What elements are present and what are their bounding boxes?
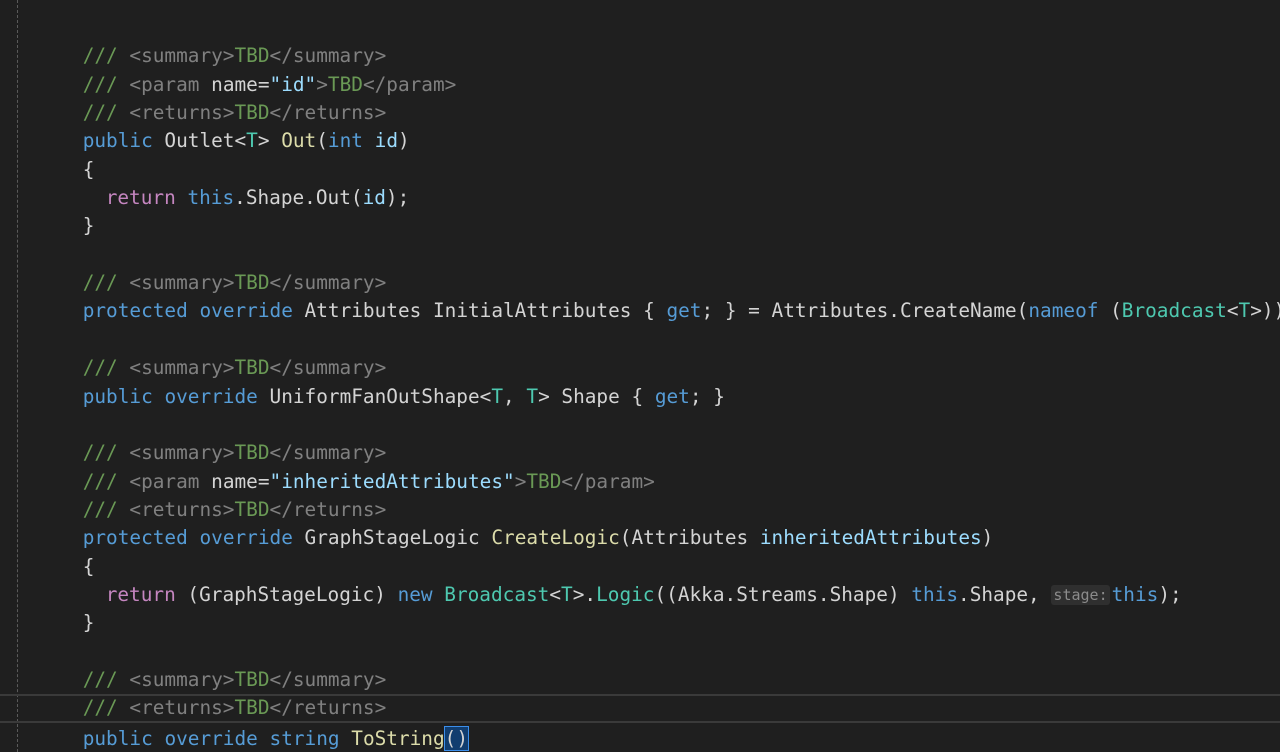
code-line[interactable]: protected override Attributes InitialAtt…: [36, 269, 1280, 322]
punct: [188, 526, 200, 549]
parameter-hint: stage:: [1051, 584, 1110, 605]
method-name: Out: [281, 129, 317, 153]
declaration: > Shape {: [538, 384, 655, 408]
code-line[interactable]: /// <summary>TBD</summary>: [36, 14, 387, 67]
keyword: get: [654, 384, 690, 408]
parameter: id: [374, 129, 398, 153]
type-param: T: [491, 384, 504, 408]
keyword: new: [397, 582, 433, 606]
type-name: Logic: [596, 582, 655, 606]
keyword: this: [1111, 582, 1159, 606]
code-line[interactable]: return this.Shape.Out(id);: [36, 156, 410, 209]
xml-tag: </param>: [561, 469, 655, 493]
punct: >.: [572, 582, 597, 606]
keyword: override: [164, 726, 258, 750]
punct: ,: [503, 384, 527, 408]
code-line[interactable]: /// <summary>TBD</summary>: [36, 638, 387, 691]
code-line[interactable]: /// <param name="id">TBD</param>: [36, 42, 457, 96]
keyword: this: [911, 582, 959, 606]
punct: [433, 583, 445, 606]
punct: ; }: [689, 384, 725, 408]
keyword: get: [666, 299, 702, 323]
brace: }: [82, 611, 95, 635]
code-line[interactable]: }: [36, 184, 95, 237]
type-param: T: [561, 582, 573, 606]
code-line[interactable]: /// <returns>TBD</returns>: [36, 71, 387, 124]
punct: ): [981, 526, 994, 550]
punct: (: [316, 129, 328, 153]
type-param: T: [246, 129, 258, 153]
code-editor[interactable]: /// <summary>TBD</summary> /// <param na…: [0, 0, 1280, 752]
code-line[interactable]: public Outlet<T> Out(int id): [36, 99, 410, 152]
code-line[interactable]: {: [36, 723, 94, 751]
punct: ): [398, 129, 410, 153]
method-name: ToString: [351, 726, 445, 750]
type-name: Broadcast: [444, 582, 550, 606]
keyword: protected: [82, 526, 188, 550]
keyword: public: [82, 384, 153, 408]
expression: ; } = Attributes.CreateName(: [701, 299, 1029, 323]
punct: >: [257, 129, 282, 153]
code-line[interactable]: /// <returns>TBD</returns>: [36, 666, 387, 719]
keyword: override: [164, 384, 258, 408]
type-name: Outlet<: [152, 129, 247, 153]
matched-brackets: (): [443, 725, 470, 751]
keyword: string: [269, 726, 340, 750]
cast: (GraphStageLogic): [175, 582, 398, 606]
punct: <: [549, 582, 562, 606]
punct: [188, 299, 200, 322]
punct: (: [1098, 299, 1122, 323]
code-line[interactable]: {: [36, 127, 95, 181]
code-line[interactable]: /// <summary>TBD</summary>: [36, 411, 387, 464]
punct: [176, 186, 188, 209]
declaration: Attributes InitialAttributes {: [292, 299, 667, 323]
code-line[interactable]: /// <summary>TBD</summary>: [36, 326, 387, 379]
brace: }: [82, 214, 95, 238]
code-line[interactable]: protected override GraphStageLogic Creat…: [36, 496, 994, 549]
keyword: int: [327, 129, 363, 153]
keyword: protected: [82, 299, 188, 323]
keyword: nameof: [1028, 299, 1099, 323]
doc-text: TBD: [526, 469, 562, 493]
member-access: .Shape,: [958, 582, 1052, 606]
keyword: this: [187, 186, 235, 210]
punct: [153, 727, 165, 750]
type-name: GraphStageLogic: [292, 526, 492, 550]
param-type: (Attributes: [619, 526, 760, 550]
method-name: CreateLogic: [491, 526, 620, 550]
keyword: override: [199, 299, 293, 323]
code-line[interactable]: /// <returns>TBD</returns>: [36, 468, 387, 521]
parameter: id: [362, 186, 386, 210]
current-code-line[interactable]: public override string ToString(): [0, 694, 1280, 751]
punct: [363, 129, 375, 152]
xml-tag: >: [514, 469, 527, 493]
code-line[interactable]: }: [36, 581, 95, 634]
code-line[interactable]: /// <summary>TBD</summary>: [36, 241, 387, 294]
punct: <: [1226, 299, 1239, 323]
type-name: Broadcast: [1121, 299, 1227, 323]
parameter: inheritedAttributes: [759, 526, 982, 550]
punct: [153, 385, 165, 408]
code-line[interactable]: return (GraphStageLogic) new Broadcast<T…: [36, 553, 1182, 606]
punct: >));: [1250, 299, 1280, 323]
punct: );: [1158, 582, 1182, 606]
punct: [340, 727, 352, 750]
keyword: return: [105, 186, 176, 210]
member-access: .Shape.Out(: [234, 186, 363, 210]
keyword: override: [199, 526, 293, 550]
code-line[interactable]: public override UniformFanOutShape<T, T>…: [36, 354, 725, 408]
type-param: T: [1238, 299, 1251, 323]
punct: );: [385, 186, 410, 210]
indent-guide: [17, 0, 18, 752]
code-line[interactable]: {: [36, 524, 95, 578]
type-param: T: [526, 384, 539, 408]
keyword: return: [105, 582, 176, 606]
type-name: UniformFanOutShape<: [257, 384, 492, 408]
cast: ((Akka.Streams.Shape): [654, 582, 912, 606]
code-line[interactable]: /// <param name="inheritedAttributes">TB…: [36, 439, 655, 493]
punct: [258, 727, 270, 750]
